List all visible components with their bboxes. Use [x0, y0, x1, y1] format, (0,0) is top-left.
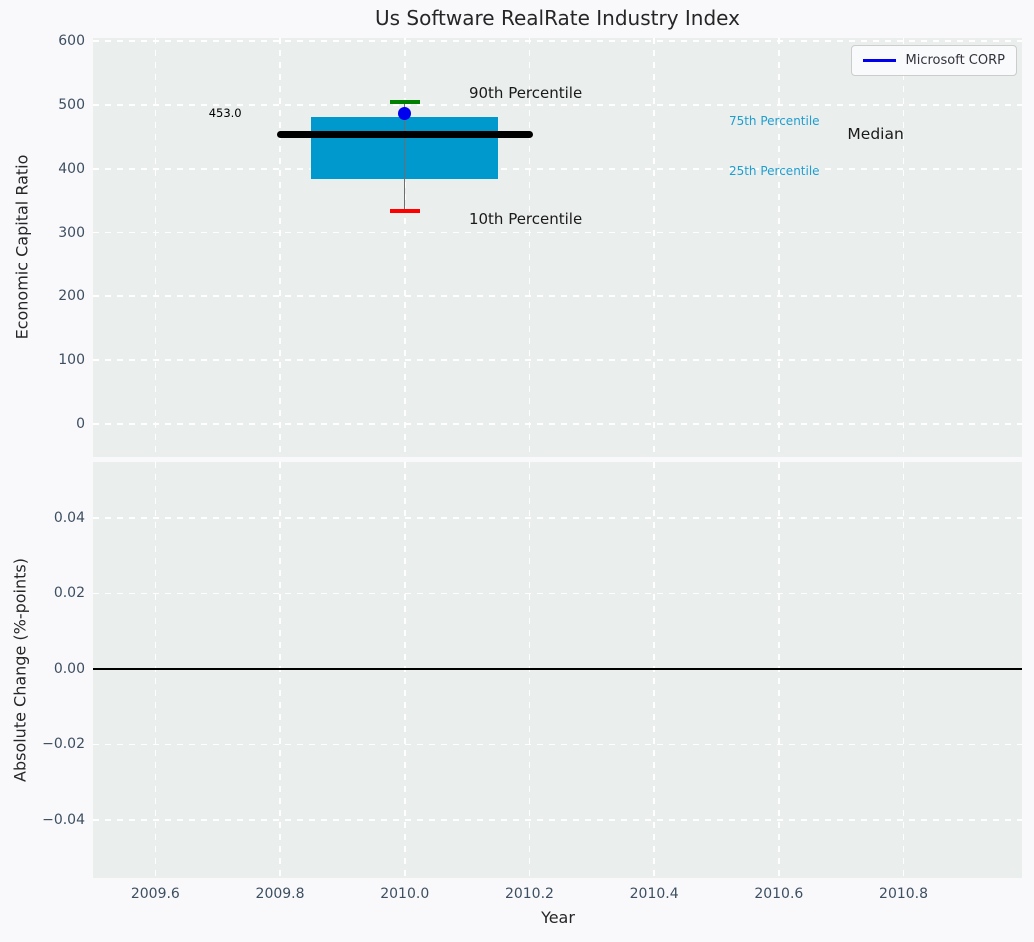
median-line [277, 131, 533, 138]
gridline-horizontal [93, 168, 1022, 170]
y-tick-label: 200 [58, 288, 85, 304]
y-tick-label: 600 [58, 33, 85, 49]
gridline-vertical [903, 462, 905, 878]
gridline-horizontal [93, 423, 1022, 425]
legend-line-icon [863, 59, 896, 62]
y-tick-label: 100 [58, 352, 85, 368]
annotation-453-0: 453.0 [209, 106, 242, 120]
x-tick-label: 2010.0 [380, 886, 429, 902]
legend: Microsoft CORP [851, 45, 1017, 76]
gridline-vertical [279, 38, 281, 457]
p10-cap [390, 209, 420, 213]
x-tick-label: 2010.2 [505, 886, 554, 902]
y-tick-label: 300 [58, 225, 85, 241]
annotation-75th-percentile: 75th Percentile [729, 114, 820, 128]
y-tick-label: 500 [58, 97, 85, 113]
y-axis-label-bottom: Absolute Change (%-points) [11, 558, 30, 782]
annotation-10th-percentile: 10th Percentile [469, 210, 582, 228]
gridline-horizontal [93, 819, 1022, 821]
gridline-vertical [155, 38, 157, 457]
y-tick-label: 0.02 [54, 585, 85, 601]
y-tick-label: 0.00 [54, 661, 85, 677]
gridline-vertical [903, 38, 905, 457]
x-tick-label: 2010.8 [879, 886, 928, 902]
y-tick-label: 400 [58, 161, 85, 177]
gridline-vertical [404, 462, 406, 878]
y-tick-label: 0.04 [54, 510, 85, 526]
x-tick-label: 2010.6 [754, 886, 803, 902]
x-tick-label: 2010.4 [630, 886, 679, 902]
company-point [398, 107, 411, 120]
annotation-25th-percentile: 25th Percentile [729, 164, 820, 178]
gridline-vertical [653, 38, 655, 457]
x-axis-label: Year [541, 908, 575, 927]
gridline-horizontal [93, 593, 1022, 595]
gridline-vertical [653, 462, 655, 878]
gridline-vertical [778, 462, 780, 878]
gridline-horizontal [93, 517, 1022, 519]
gridline-horizontal [93, 359, 1022, 361]
x-tick-label: 2009.6 [131, 886, 180, 902]
annotation-90th-percentile: 90th Percentile [469, 84, 582, 102]
bottom-plot-area [93, 462, 1022, 878]
y-tick-label: 0 [76, 416, 85, 432]
gridline-vertical [529, 462, 531, 878]
gridline-horizontal [93, 232, 1022, 234]
gridline-horizontal [93, 744, 1022, 746]
y-tick-label: −0.02 [42, 736, 85, 752]
gridline-vertical [778, 38, 780, 457]
x-tick-label: 2009.8 [256, 886, 305, 902]
top-plot-area: Microsoft CORP 453.0 90th Percentile 10th … [93, 38, 1022, 457]
y-tick-label: −0.04 [42, 812, 85, 828]
annotation-median: Median [847, 125, 903, 143]
zero-line [93, 668, 1022, 670]
gridline-vertical [155, 462, 157, 878]
chart-title: Us Software RealRate Industry Index [93, 6, 1022, 30]
y-axis-label-top: Economic Capital Ratio [13, 155, 32, 340]
p90-cap [390, 100, 420, 104]
gridline-horizontal [93, 295, 1022, 297]
legend-label: Microsoft CORP [906, 53, 1005, 68]
gridline-vertical [279, 462, 281, 878]
gridline-horizontal [93, 40, 1022, 42]
